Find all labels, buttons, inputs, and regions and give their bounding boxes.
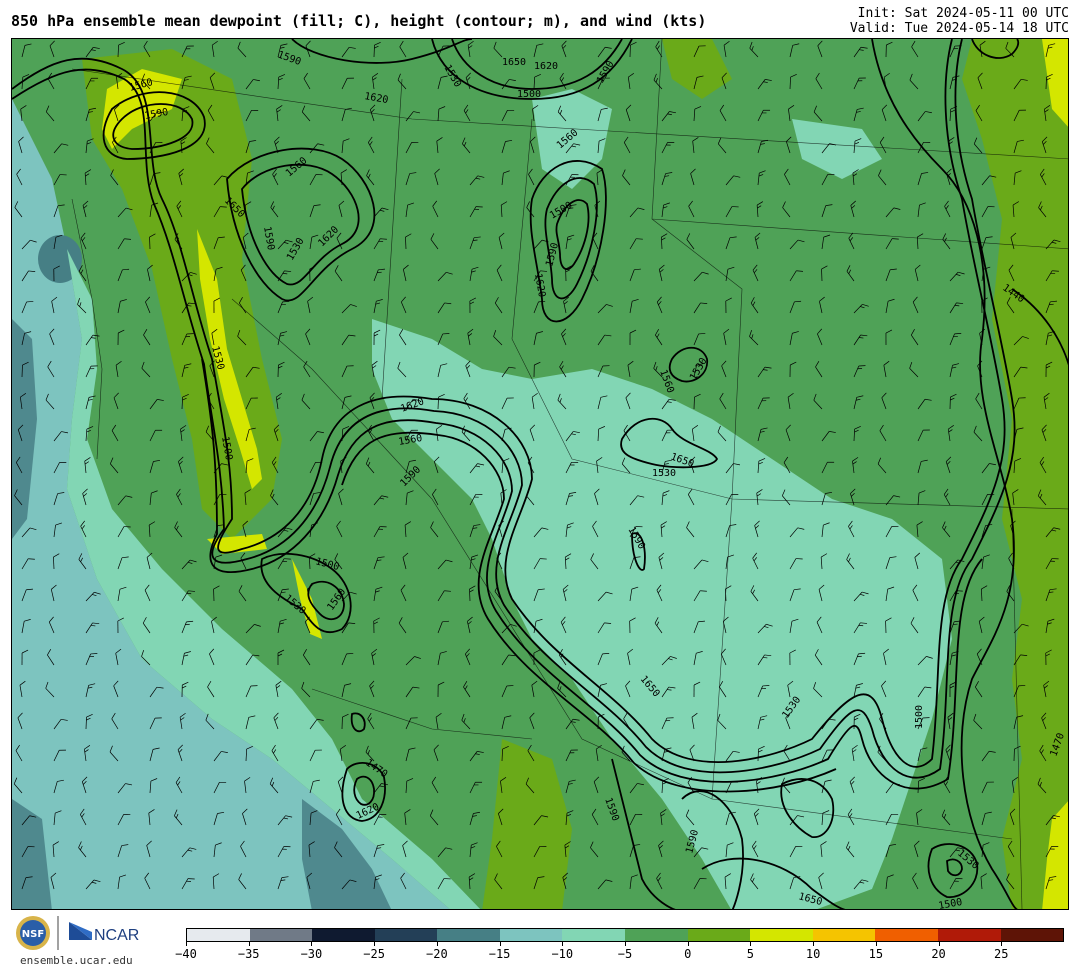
logo-svg: NSF NCAR — [16, 916, 139, 950]
colorbar-tick-label: −35 — [237, 947, 260, 961]
colorbar-tick-label: −40 — [175, 947, 197, 961]
colorbar-tick — [248, 941, 250, 946]
colorbar-tick — [625, 941, 626, 946]
colorbar-swatch — [499, 929, 563, 941]
colorbar-swatch — [312, 929, 375, 941]
colorbar-tick — [311, 941, 313, 946]
source-url: ensemble.ucar.edu — [20, 954, 133, 967]
colorbar-swatch — [249, 929, 313, 941]
ncar-logo-text: NCAR — [94, 927, 139, 944]
colorbar-tick-label: 0 — [684, 947, 692, 961]
contour-label: 1500 — [517, 89, 541, 100]
colorbar-tick-label: −25 — [363, 947, 385, 961]
colorbar-swatch — [937, 929, 1001, 941]
contour-label: 1620 — [534, 61, 558, 72]
colorbar-swatch — [750, 929, 813, 941]
colorbar-tick-label: 25 — [994, 947, 1009, 961]
colorbar-tick-label: 20 — [931, 947, 946, 961]
colorbar-swatch — [437, 929, 500, 941]
colorbar-swatch — [187, 929, 250, 941]
contour-label: 1530 — [652, 468, 676, 479]
colorbar-tick-label: −30 — [300, 947, 323, 961]
colorbar-tick — [687, 941, 689, 946]
colorbar-tick-label: −5 — [617, 947, 633, 961]
init-time: Init: Sat 2024-05-11 00 UTC — [857, 6, 1069, 21]
run-info: Init: Sat 2024-05-11 00 UTC Valid: Tue 2… — [850, 6, 1069, 36]
colorbar-tick — [1001, 941, 1003, 946]
dewpoint-colorbar — [186, 928, 1064, 942]
colorbar-tick — [813, 941, 815, 946]
colorbar-ticks: −40 −35 −30 −25 −20 −15 −10 −5 0 5 10 15 20 25 — [175, 941, 1064, 970]
colorbar-tick-label: −10 — [551, 947, 574, 961]
colorbar-tick — [436, 941, 438, 946]
colorbar-tick-label: 15 — [868, 947, 884, 961]
contour-label: 1650 — [502, 57, 526, 68]
colorbar-swatch — [812, 929, 876, 941]
map-canvas: 1590 1620 1650 1560 1590 1530 1500 1620 … — [12, 39, 1068, 909]
colorbar-tick-label: 5 — [746, 947, 755, 961]
map-title: 850 hPa ensemble mean dewpoint (fill; C)… — [11, 12, 707, 30]
valid-time: Valid: Tue 2024-05-14 18 UTC — [849, 21, 1069, 36]
colorbar-tick — [875, 941, 877, 946]
colorbar-tick — [562, 941, 564, 946]
colorbar-swatch — [562, 929, 626, 941]
colorbar-tick — [499, 941, 501, 946]
colorbar-tick — [938, 941, 940, 946]
colorbar-swatch — [625, 929, 688, 941]
colorbar-tick-label: −15 — [488, 947, 511, 961]
colorbar-tick-label: 10 — [805, 947, 821, 961]
nsf-logo-text: NSF — [22, 929, 44, 940]
colorbar-swatch — [374, 929, 438, 941]
weather-map[interactable]: 1590 1620 1650 1560 1590 1530 1500 1620 … — [11, 38, 1069, 910]
colorbar-swatch — [687, 929, 751, 941]
colorbar-swatch — [875, 929, 938, 941]
colorbar-tick — [374, 941, 376, 946]
colorbar-swatch — [1000, 929, 1064, 941]
colorbar-tick — [750, 941, 752, 946]
colorbar-tick — [186, 941, 187, 946]
colorbar-tick-label: −20 — [426, 947, 448, 961]
